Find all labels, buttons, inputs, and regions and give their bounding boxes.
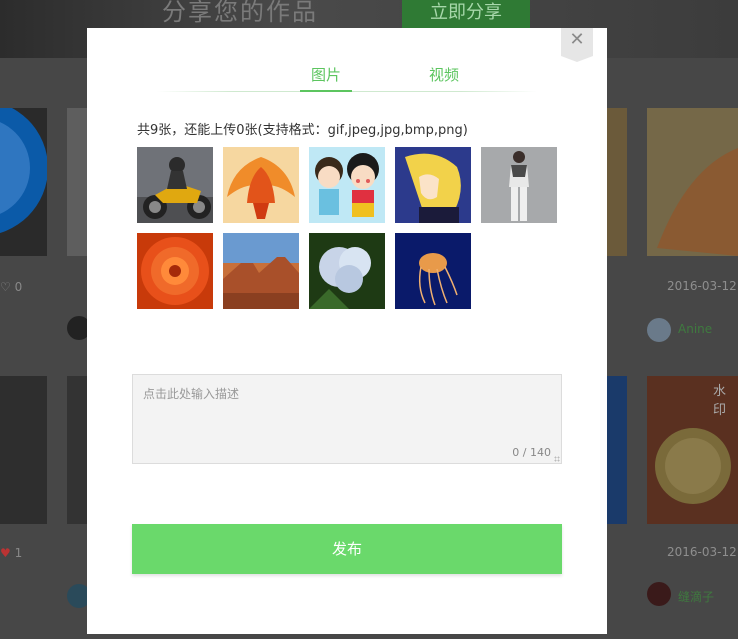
- background-card-image: [607, 108, 627, 256]
- thumbnail-red-flower[interactable]: [137, 233, 213, 309]
- thumbnail-anime-character[interactable]: [395, 147, 471, 223]
- background-share-button: 立即分享: [402, 0, 530, 28]
- background-header-title: 分享您的作品: [162, 0, 318, 26]
- thumbnail-jellyfish[interactable]: [395, 233, 471, 309]
- background-date: 2016-03-12: [667, 279, 737, 293]
- background-avatar: [647, 318, 671, 342]
- character-counter: 0 / 140: [512, 446, 551, 459]
- thumbnail-desert-landscape[interactable]: [223, 233, 299, 309]
- background-card-image: [67, 376, 87, 524]
- background-like: ♥ 1: [0, 546, 23, 560]
- description-box: 0 / 140: [132, 374, 563, 465]
- close-icon: ✕: [569, 29, 585, 50]
- thumbnail-cartoon-girls[interactable]: [309, 147, 385, 223]
- background-card-image: 水印: [647, 376, 738, 524]
- background-username: 缝滴子: [678, 590, 715, 604]
- description-input[interactable]: [133, 375, 563, 465]
- close-button[interactable]: ✕: [561, 28, 593, 62]
- background-watermark: 水印: [713, 384, 727, 418]
- thumbnail-phoenix-illustration[interactable]: [223, 147, 299, 223]
- background-date: 2016-03-12: [667, 545, 737, 559]
- share-modal: ✕ 图片 视频 共9张，还能上传0张(支持格式：gif,jpeg,jpg,bmp…: [87, 28, 607, 634]
- background-card-image: [607, 376, 627, 524]
- thumbnail-motorcycle[interactable]: [137, 147, 213, 223]
- resize-handle[interactable]: [554, 456, 560, 462]
- media-tabs: 图片 视频: [157, 64, 537, 92]
- background-username: Anine: [678, 322, 713, 336]
- background-card-image: [647, 108, 738, 256]
- background-like: ♡ 0: [0, 280, 23, 294]
- background-card-image: [0, 103, 48, 256]
- background-card-image: [0, 376, 47, 524]
- tab-video[interactable]: 视频: [429, 64, 459, 91]
- publish-button[interactable]: 发布: [132, 524, 562, 574]
- upload-info-text: 共9张，还能上传0张(支持格式：gif,jpeg,jpg,bmp,png): [137, 123, 468, 138]
- thumbnail-fashion-model[interactable]: [481, 147, 557, 223]
- background-card-image: [67, 108, 87, 256]
- thumbnail-hydrangea[interactable]: [309, 233, 385, 309]
- tab-image[interactable]: 图片: [300, 64, 352, 92]
- background-avatar: [647, 582, 671, 606]
